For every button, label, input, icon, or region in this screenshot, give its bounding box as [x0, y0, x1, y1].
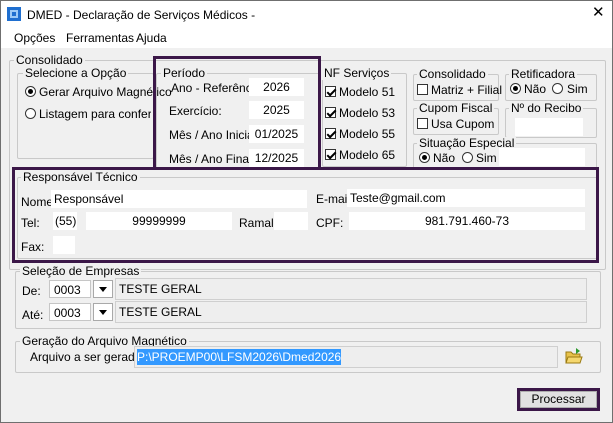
retificadora-nao-label: Não: [524, 82, 547, 96]
arquivo-path-field[interactable]: P:\PROEMP00\LFSM2026\Dmed2026: [134, 346, 558, 368]
menu-bar: Opções Ferramentas Ajuda: [1, 28, 612, 48]
usa-cupom-label: Usa Cupom: [431, 117, 495, 131]
situacao-sim-label: Sim: [476, 151, 497, 165]
modelo-65-label: Modelo 65: [339, 148, 396, 162]
consolidado-box-title: Consolidado: [417, 67, 488, 81]
radio-retificadora-sim[interactable]: [552, 83, 563, 94]
app-icon: [7, 7, 21, 21]
periodo-highlight: [153, 56, 321, 170]
ate-dropdown-button[interactable]: [93, 303, 113, 321]
responsavel-highlight: [12, 167, 599, 263]
chk-matriz-filial[interactable]: [417, 84, 428, 95]
open-folder-icon[interactable]: [565, 347, 583, 365]
radio-situacao-sim[interactable]: [462, 152, 473, 163]
radio-listagem-label: Listagem para conferência: [39, 107, 151, 121]
window-title: DMED - Declaração de Serviços Médicos -: [27, 8, 256, 22]
app-window: DMED - Declaração de Serviços Médicos - …: [0, 0, 613, 423]
ate-label: Até:: [22, 308, 44, 322]
cupom-fiscal-title: Cupom Fiscal: [417, 101, 495, 115]
modelo-55-label: Modelo 55: [339, 127, 396, 141]
modelo-53-label: Modelo 53: [339, 106, 396, 120]
nf-servicos-title: NF Serviços: [322, 66, 392, 80]
chk-modelo-55[interactable]: [325, 128, 336, 139]
chk-usa-cupom[interactable]: [417, 118, 428, 129]
close-icon[interactable]: ✕: [592, 5, 605, 20]
radio-gerar-label: Gerar Arquivo Magnético: [39, 85, 172, 99]
arquivo-path-selected: P:\PROEMP00\LFSM2026\Dmed2026: [137, 349, 342, 365]
radio-situacao-nao[interactable]: [419, 152, 430, 163]
radio-gerar[interactable]: [25, 86, 36, 97]
empresas-title: Seleção de Empresas: [20, 264, 142, 278]
arquivo-label: Arquivo a ser gerado:: [30, 350, 145, 364]
situacao-input[interactable]: [499, 148, 585, 166]
de-code-input[interactable]: 0003: [49, 280, 91, 298]
title-bar: DMED - Declaração de Serviços Médicos - …: [1, 1, 612, 28]
retificadora-sim-label: Sim: [567, 82, 588, 96]
processar-highlight: [517, 388, 600, 411]
chk-modelo-53[interactable]: [325, 107, 336, 118]
selecione-title: Selecione a Opção: [23, 66, 129, 80]
radio-listagem[interactable]: [25, 108, 36, 119]
modelo-51-label: Modelo 51: [339, 85, 396, 99]
recibo-title: Nº do Recibo: [509, 101, 584, 115]
menu-opcoes[interactable]: Opções: [14, 31, 55, 45]
menu-ferramentas[interactable]: Ferramentas: [66, 31, 134, 45]
situacao-nao-label: Não: [433, 151, 456, 165]
de-dropdown-button[interactable]: [93, 280, 113, 298]
radio-retificadora-nao[interactable]: [510, 83, 521, 94]
de-label: De:: [22, 284, 41, 298]
ate-name-field: TESTE GERAL: [115, 301, 587, 323]
recibo-input[interactable]: [515, 118, 583, 136]
retificadora-title: Retificadora: [509, 67, 578, 81]
chk-modelo-65[interactable]: [325, 149, 336, 160]
menu-ajuda[interactable]: Ajuda: [136, 31, 167, 45]
de-name-field: TESTE GERAL: [115, 278, 587, 300]
matriz-filial-label: Matriz + Filial: [431, 83, 503, 97]
chk-modelo-51[interactable]: [325, 86, 336, 97]
ate-code-input[interactable]: 0003: [49, 303, 91, 321]
